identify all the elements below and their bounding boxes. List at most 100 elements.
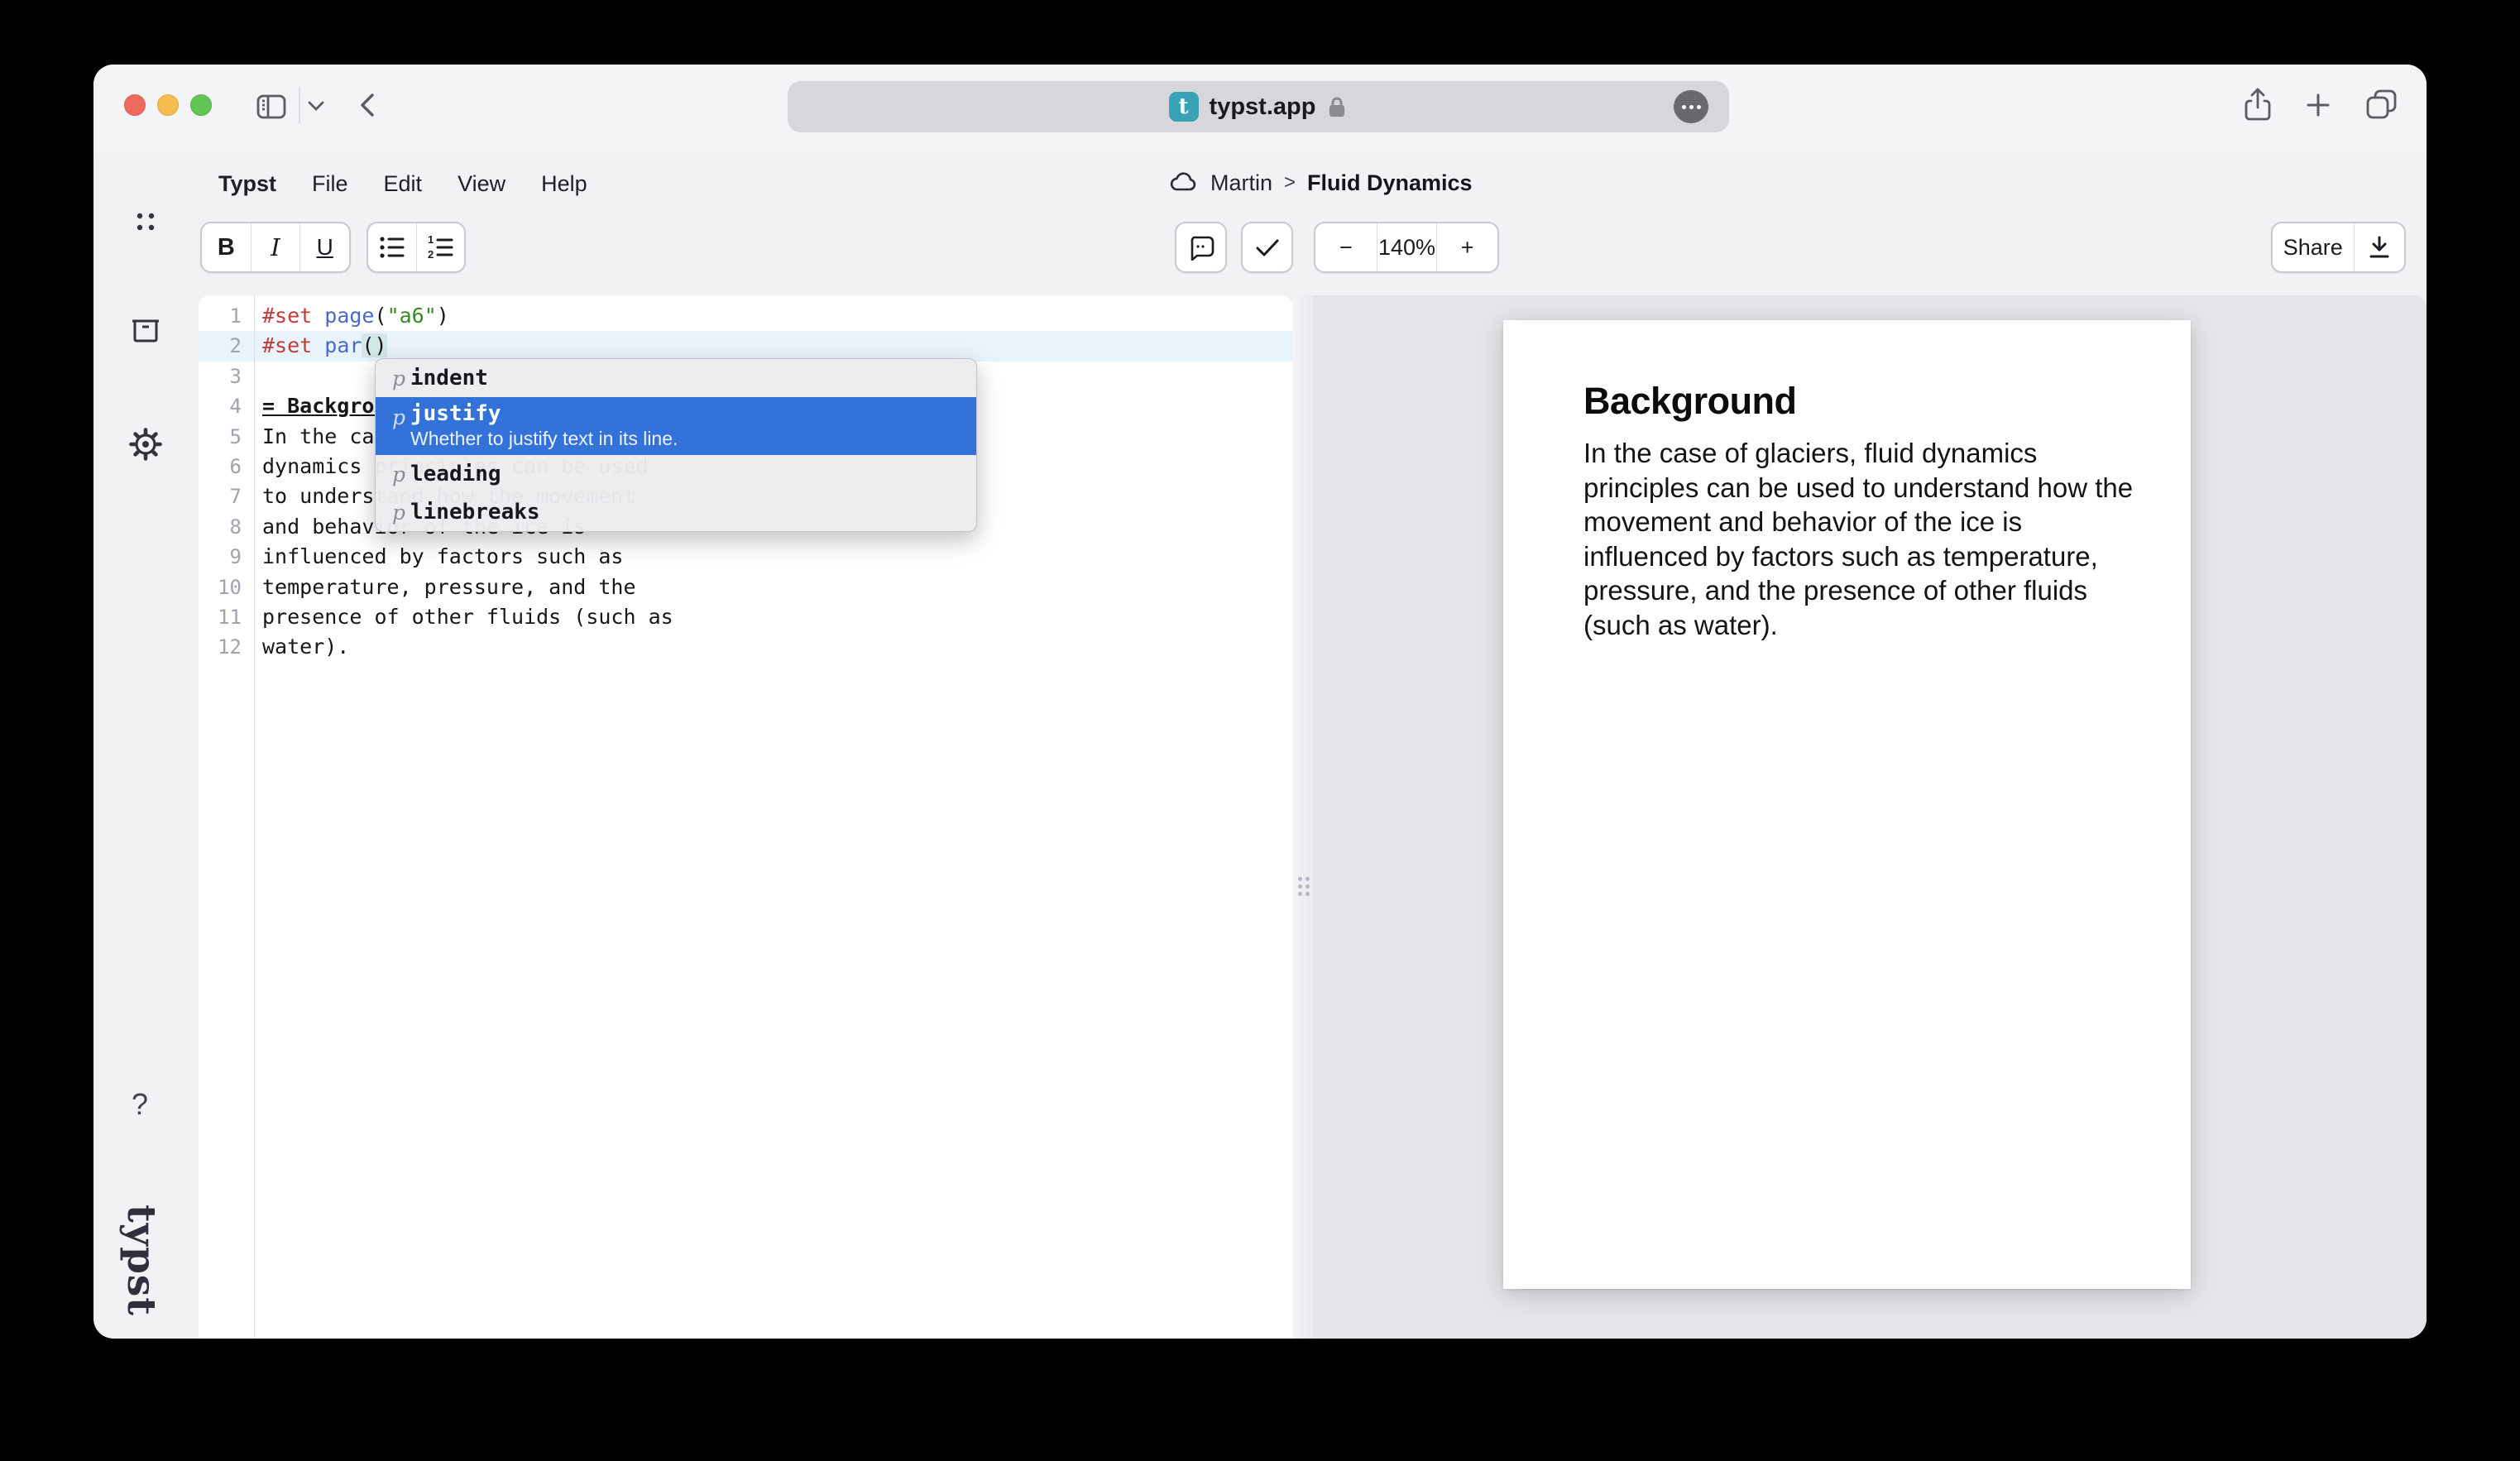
code-text: #set page("a6") xyxy=(242,301,449,331)
code-line[interactable]: 10temperature, pressure, and the xyxy=(199,572,1292,602)
preview-page: Background In the case of glaciers, flui… xyxy=(1503,320,2191,1289)
autocomplete-description: Whether to justify text in its line. xyxy=(410,428,678,450)
line-number: 10 xyxy=(199,572,242,602)
breadcrumb: Martin > Fluid Dynamics xyxy=(1169,165,1473,201)
breadcrumb-separator: > xyxy=(1284,171,1296,194)
line-number: 2 xyxy=(199,331,242,361)
favicon-letter: t xyxy=(1179,94,1189,119)
cloud-icon xyxy=(1169,171,1199,194)
back-button-icon[interactable] xyxy=(354,90,381,120)
menu-help[interactable]: Help xyxy=(541,171,587,197)
italic-button[interactable]: I xyxy=(251,223,300,271)
help-button[interactable]: ? xyxy=(132,1087,148,1122)
autocomplete-label: justify xyxy=(410,401,678,426)
address-bar[interactable]: t typst.app xyxy=(788,81,1729,132)
page-settings-icon[interactable] xyxy=(1674,90,1708,123)
comment-icon xyxy=(1187,234,1215,261)
autocomplete-item[interactable]: plinebreaks xyxy=(376,493,976,531)
numbered-list-button[interactable]: 1 2 xyxy=(416,223,464,271)
bullet-list-button[interactable] xyxy=(368,223,416,271)
line-number: 9 xyxy=(199,542,242,572)
dots-grid-icon[interactable] xyxy=(130,206,161,237)
autocomplete-item[interactable]: pjustifyWhether to justify text in its l… xyxy=(376,397,976,455)
pane-splitter[interactable] xyxy=(1292,295,1313,1339)
browser-chrome: t typst.app xyxy=(93,65,2427,153)
line-number: 1 xyxy=(199,301,242,331)
code-text: presence of other fluids (such as xyxy=(242,602,673,632)
gear-icon[interactable] xyxy=(128,427,163,462)
code-line[interactable]: 12water). xyxy=(199,632,1292,662)
code-line[interactable]: 2#set par() xyxy=(199,331,1292,361)
code-text: water). xyxy=(242,632,349,662)
autocomplete-item[interactable]: pindent xyxy=(376,359,976,397)
param-type-marker: p xyxy=(392,501,410,525)
code-text: #set par() xyxy=(242,331,387,361)
share-page-icon[interactable] xyxy=(2241,86,2274,124)
file-box-icon[interactable] xyxy=(128,315,163,347)
new-tab-icon[interactable] xyxy=(2302,89,2334,121)
chevron-down-icon[interactable] xyxy=(306,99,326,113)
autocomplete-label: linebreaks xyxy=(410,500,540,525)
line-number: 6 xyxy=(199,452,242,481)
numbered-list-icon: 1 2 xyxy=(426,234,454,261)
svg-text:1: 1 xyxy=(428,234,434,246)
share-group: Share xyxy=(2271,222,2406,273)
code-text: influenced by factors such as xyxy=(242,542,624,572)
divider xyxy=(299,87,300,123)
code-text xyxy=(242,362,262,391)
autocomplete-item[interactable]: pleading xyxy=(376,455,976,493)
spellcheck-button[interactable] xyxy=(1241,222,1293,273)
zoom-in-button[interactable]: + xyxy=(1436,223,1497,271)
menu-edit[interactable]: Edit xyxy=(384,171,423,197)
preview-pane[interactable]: Background In the case of glaciers, flui… xyxy=(1313,295,2427,1339)
param-type-marker: p xyxy=(392,366,410,390)
menu-typst[interactable]: Typst xyxy=(218,171,276,197)
splitter-grip-icon xyxy=(1298,877,1310,896)
code-line[interactable]: 9influenced by factors such as xyxy=(199,542,1292,572)
fullscreen-window-button[interactable] xyxy=(190,94,212,116)
autocomplete-label: indent xyxy=(410,366,488,390)
gutter-separator xyxy=(254,295,255,1339)
tab-overview-icon[interactable] xyxy=(2364,86,2398,122)
zoom-level[interactable]: 140% xyxy=(1377,223,1437,271)
list-style-group: 1 2 xyxy=(367,222,466,273)
browser-window: t typst.app xyxy=(93,65,2427,1339)
menu-view[interactable]: View xyxy=(458,171,505,197)
download-icon xyxy=(2367,234,2392,261)
param-type-marker: p xyxy=(392,401,410,429)
line-number: 11 xyxy=(199,602,242,632)
site-favicon: t xyxy=(1169,92,1199,122)
bullet-list-icon xyxy=(378,235,406,260)
code-line[interactable]: 1#set page("a6") xyxy=(199,301,1292,331)
download-button[interactable] xyxy=(2354,223,2404,271)
bold-button[interactable]: B xyxy=(202,223,251,271)
line-number: 3 xyxy=(199,362,242,391)
line-number: 8 xyxy=(199,512,242,542)
line-number: 5 xyxy=(199,422,242,452)
url-text: typst.app xyxy=(1210,93,1316,121)
checkmark-icon xyxy=(1253,236,1282,259)
breadcrumb-document-title[interactable]: Fluid Dynamics xyxy=(1307,170,1473,196)
sidebar-toggle-icon[interactable] xyxy=(255,91,288,122)
svg-text:2: 2 xyxy=(428,248,434,261)
code-line[interactable]: 11presence of other fluids (such as xyxy=(199,602,1292,632)
text-style-group: B I U xyxy=(200,222,351,273)
code-text: temperature, pressure, and the xyxy=(242,572,636,602)
param-type-marker: p xyxy=(392,462,410,486)
share-button[interactable]: Share xyxy=(2273,223,2354,271)
minimize-window-button[interactable] xyxy=(157,94,179,116)
preview-paragraph: In the case of glaciers, fluid dynamics … xyxy=(1583,436,2146,643)
autocomplete-label: leading xyxy=(410,462,501,486)
underline-button[interactable]: U xyxy=(299,223,349,271)
menu-file[interactable]: File xyxy=(312,171,348,197)
typst-logo: typst xyxy=(100,1206,183,1314)
close-window-button[interactable] xyxy=(124,94,146,116)
zoom-out-button[interactable]: − xyxy=(1315,223,1377,271)
app-menu-bar: Typst File Edit View Help xyxy=(218,167,587,200)
screen: t typst.app xyxy=(0,0,2520,1461)
autocomplete-dropdown: pindentpjustifyWhether to justify text i… xyxy=(375,358,977,532)
comments-button[interactable] xyxy=(1175,222,1227,273)
lock-icon xyxy=(1326,94,1348,119)
line-number: 4 xyxy=(199,391,242,421)
breadcrumb-workspace[interactable]: Martin xyxy=(1210,170,1272,196)
